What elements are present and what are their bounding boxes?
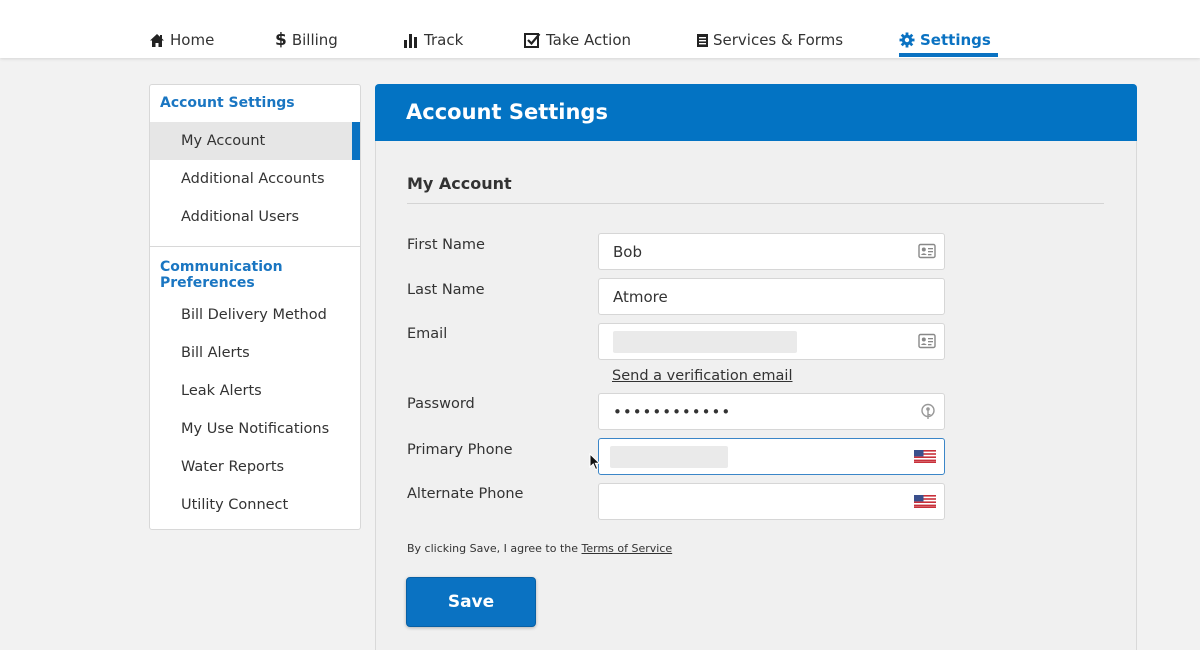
sidebar-item-label: Leak Alerts: [181, 383, 262, 399]
sidebar-item-label: Bill Delivery Method: [181, 307, 327, 323]
contact-card-icon: [918, 333, 936, 349]
sidebar-item-my-account[interactable]: My Account: [150, 122, 360, 160]
password-value: ••••••••••••: [613, 402, 732, 421]
nav-billing-label: Billing: [291, 31, 338, 49]
nav-billing[interactable]: $ Billing: [275, 30, 338, 50]
sidebar-item-utility-connect[interactable]: Utility Connect: [150, 486, 360, 524]
last-name-field[interactable]: Atmore: [598, 278, 945, 315]
email-label: Email: [407, 326, 448, 342]
sidebar-item-label: Utility Connect: [181, 497, 289, 513]
settings-sidebar: Account Settings My Account Additional A…: [149, 84, 361, 530]
sidebar-item-additional-users[interactable]: Additional Users: [150, 198, 360, 236]
key-icon: [920, 403, 936, 420]
panel-header: Account Settings: [375, 84, 1137, 141]
sidebar-divider: [150, 246, 360, 247]
section-title: My Account: [407, 174, 512, 193]
nav-settings-label: Settings: [920, 31, 991, 49]
sidebar-item-label: Bill Alerts: [181, 345, 250, 361]
sidebar-item-my-use-notifications[interactable]: My Use Notifications: [150, 410, 360, 448]
sidebar-heading-communication-preferences: Communication Preferences: [160, 259, 283, 291]
password-label: Password: [407, 396, 475, 412]
nav-take-action[interactable]: Take Action: [524, 30, 631, 50]
email-redacted-value: [613, 330, 797, 353]
first-name-label: First Name: [407, 237, 485, 253]
active-tab-indicator: [899, 53, 998, 57]
account-settings-panel: Account Settings My Account First Name B…: [375, 84, 1137, 650]
sidebar-item-water-reports[interactable]: Water Reports: [150, 448, 360, 486]
primary-phone-field[interactable]: [598, 438, 945, 475]
sidebar-item-leak-alerts[interactable]: Leak Alerts: [150, 372, 360, 410]
sidebar-item-additional-accounts[interactable]: Additional Accounts: [150, 160, 360, 198]
sidebar-item-label: Additional Accounts: [181, 171, 325, 187]
nav-track-label: Track: [424, 31, 464, 49]
home-icon: [149, 33, 165, 48]
top-navigation: Home $ Billing Track Take Action Service…: [0, 0, 1200, 58]
bar-chart-icon: [403, 32, 419, 48]
password-field[interactable]: ••••••••••••: [598, 393, 945, 430]
send-verification-email-link[interactable]: Send a verification email: [612, 368, 792, 384]
nav-track[interactable]: Track: [403, 30, 463, 50]
sidebar-item-bill-alerts[interactable]: Bill Alerts: [150, 334, 360, 372]
first-name-field[interactable]: Bob: [598, 233, 945, 270]
nav-home-label: Home: [170, 31, 215, 49]
nav-home[interactable]: Home: [149, 30, 214, 50]
nav-take-action-label: Take Action: [546, 31, 631, 49]
nav-services-forms-label: Services & Forms: [713, 31, 844, 49]
contact-card-icon: [918, 243, 936, 259]
primary-phone-label: Primary Phone: [407, 442, 513, 458]
first-name-value: Bob: [613, 242, 642, 261]
alternate-phone-field[interactable]: [598, 483, 945, 520]
mouse-cursor-icon: [589, 452, 601, 475]
checkbox-icon: [524, 32, 541, 48]
sidebar-item-label: Water Reports: [181, 459, 285, 475]
last-name-label: Last Name: [407, 282, 485, 298]
page-title: Account Settings: [406, 100, 608, 124]
dollar-icon: $: [275, 30, 287, 50]
sidebar-item-bill-delivery-method[interactable]: Bill Delivery Method: [150, 296, 360, 334]
primary-phone-redacted-value: [610, 445, 728, 468]
gear-icon: [899, 32, 915, 48]
us-flag-icon[interactable]: [914, 495, 936, 508]
nav-settings[interactable]: Settings: [899, 30, 991, 50]
alternate-phone-label: Alternate Phone: [407, 486, 524, 502]
sidebar-item-label: My Account: [181, 133, 266, 149]
last-name-value: Atmore: [613, 287, 668, 306]
save-button[interactable]: Save: [406, 577, 536, 627]
section-divider: [407, 203, 1104, 204]
us-flag-icon[interactable]: [914, 450, 936, 463]
nav-services-forms[interactable]: Services & Forms: [697, 30, 843, 50]
terms-of-service-link[interactable]: Terms of Service: [582, 542, 673, 555]
sidebar-item-label: Additional Users: [181, 209, 300, 225]
sidebar-heading-account-settings: Account Settings: [160, 95, 295, 111]
terms-note-text: By clicking Save, I agree to the: [407, 542, 578, 555]
sidebar-item-label: My Use Notifications: [181, 421, 330, 437]
document-icon: [697, 33, 708, 47]
terms-note: By clicking Save, I agree to the Terms o…: [407, 542, 672, 555]
email-field[interactable]: [598, 323, 945, 360]
